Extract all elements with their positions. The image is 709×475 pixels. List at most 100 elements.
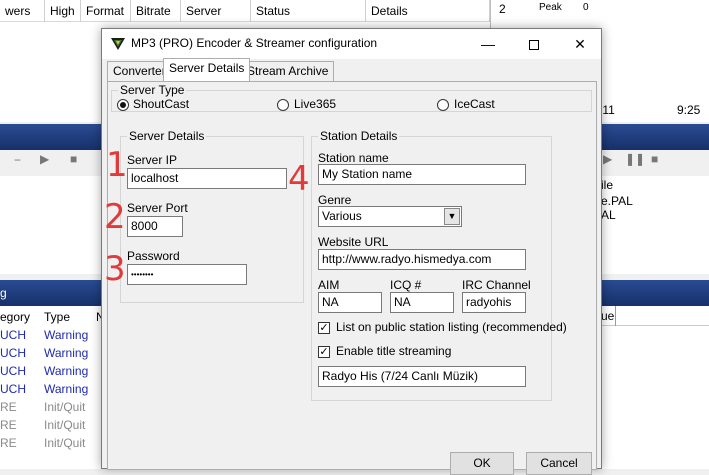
aim-label: AIM: [318, 278, 340, 292]
bg-pause-icon[interactable]: ❚❚: [625, 152, 645, 166]
station-name-input[interactable]: My Station name: [318, 164, 526, 185]
bg-col-header[interactable]: Status: [251, 0, 366, 22]
bg-file-item[interactable]: ile: [601, 178, 613, 192]
log-type: Init/Quit: [44, 418, 86, 432]
bg-file-list: [0, 176, 102, 274]
bg-col-header[interactable]: wers: [0, 0, 45, 22]
server-details-panel: Server Type ShoutCast Live365 IceCast Se…: [107, 81, 597, 470]
bg-stop-icon[interactable]: ■: [651, 152, 658, 166]
aim-input[interactable]: NA: [318, 292, 382, 313]
log-category: UCH: [0, 364, 26, 378]
log-type: Warning: [44, 364, 89, 378]
irc-input[interactable]: radyohis: [462, 292, 526, 313]
radio-live365-label[interactable]: Live365: [294, 97, 336, 111]
app-logo-icon: [111, 38, 125, 50]
config-dialog: MP3 (PRO) Encoder & Streamer configurati…: [101, 28, 602, 475]
log-category: RE: [0, 400, 17, 414]
bg-log-titlebar: g: [0, 280, 102, 306]
radio-live365[interactable]: [277, 99, 289, 111]
server-port-input[interactable]: 8000: [127, 216, 183, 237]
bg-toolbar: − ▶ ■: [0, 150, 102, 174]
log-type: Init/Quit: [44, 400, 86, 414]
bg-col-header[interactable]: Server: [181, 0, 251, 22]
bg-log-titlebar-right: [601, 280, 709, 306]
log-category: UCH: [0, 328, 26, 342]
radio-shoutcast[interactable]: [117, 99, 129, 111]
bg-toolbar-right: ▶ ❚❚ ■: [601, 150, 709, 174]
bg-peak-value: 0: [583, 2, 589, 13]
minimize-button[interactable]: —: [465, 29, 511, 59]
bg-minus-icon[interactable]: −: [14, 153, 21, 167]
icq-label: ICQ #: [390, 278, 422, 292]
close-icon: ✕: [574, 36, 586, 52]
bg-col-header[interactable]: High: [45, 0, 81, 22]
server-ip-label: Server IP: [127, 153, 178, 167]
log-col-category[interactable]: egory: [0, 308, 30, 326]
annotation-number: 3: [104, 249, 126, 289]
genre-label: Genre: [318, 193, 352, 207]
list-public-checkbox[interactable]: ✓: [318, 322, 330, 334]
password-input[interactable]: ••••••••: [127, 264, 247, 285]
maximize-icon: [529, 40, 539, 51]
title-streaming-label[interactable]: Enable title streaming: [336, 344, 451, 358]
dialog-titlebar[interactable]: MP3 (PRO) Encoder & Streamer configurati…: [102, 29, 601, 59]
log-type: Warning: [44, 328, 89, 342]
chevron-down-icon[interactable]: ▼: [444, 208, 460, 225]
bg-time-right: 9:25: [677, 103, 701, 117]
website-url-input[interactable]: http://www.radyo.hismedya.com: [318, 249, 526, 270]
bg-table-header: wers High Format Bitrate Server Status D…: [0, 0, 490, 22]
log-type: Init/Quit: [44, 436, 86, 450]
server-port-label: Server Port: [127, 201, 188, 215]
server-type-label: Server Type: [118, 83, 187, 97]
genre-value: Various: [322, 209, 362, 223]
bg-peak-label: Peak: [539, 2, 562, 13]
irc-label: IRC Channel: [462, 278, 531, 292]
radio-icecast[interactable]: [437, 99, 449, 111]
bg-col-value[interactable]: ue: [601, 309, 614, 323]
bg-log-list-right: ue: [601, 306, 709, 469]
bg-col-header[interactable]: Bitrate: [131, 0, 181, 22]
station-details-label: Station Details: [318, 129, 400, 143]
bg-file-item[interactable]: e.PAL: [601, 194, 633, 208]
bg-row-index: 2: [499, 2, 506, 16]
icq-input[interactable]: NA: [390, 292, 454, 313]
log-category: UCH: [0, 346, 26, 360]
log-category: RE: [0, 418, 17, 432]
maximize-button[interactable]: [511, 29, 557, 59]
log-category: RE: [0, 436, 17, 450]
cancel-button[interactable]: Cancel: [526, 452, 592, 475]
tab-stream-archive[interactable]: Stream Archive: [241, 61, 335, 81]
ok-button[interactable]: OK: [450, 452, 514, 475]
bg-panel-titlebar: [0, 124, 102, 150]
bg-col-header[interactable]: Details: [366, 0, 490, 22]
bg-log-title: g: [0, 286, 7, 300]
title-streaming-checkbox[interactable]: ✓: [318, 346, 330, 358]
bg-stop-icon[interactable]: ■: [70, 152, 77, 166]
tab-converter[interactable]: Converter: [107, 61, 172, 81]
genre-select[interactable]: Various ▼: [318, 206, 462, 227]
log-col-type[interactable]: Type: [44, 308, 70, 326]
log-category: UCH: [0, 382, 26, 396]
bg-file-item[interactable]: AL: [601, 208, 616, 222]
tab-server-details[interactable]: Server Details: [163, 58, 251, 81]
server-details-label: Server Details: [127, 129, 207, 143]
bg-file-list-right: ile e.PAL AL: [601, 176, 709, 274]
bg-play-icon[interactable]: ▶: [40, 152, 49, 166]
radio-shoutcast-label[interactable]: ShoutCast: [133, 97, 189, 111]
annotation-number: 1: [106, 145, 128, 185]
bg-col-header[interactable]: Format: [81, 0, 131, 22]
close-button[interactable]: ✕: [557, 29, 603, 59]
server-ip-input[interactable]: localhost: [127, 168, 287, 189]
station-name-label: Station name: [318, 151, 389, 165]
dialog-title: MP3 (PRO) Encoder & Streamer configurati…: [131, 36, 378, 50]
log-type: Warning: [44, 382, 89, 396]
bg-panel-titlebar: [601, 124, 709, 150]
bg-col-divider: [615, 306, 616, 326]
log-type: Warning: [44, 346, 89, 360]
radio-icecast-label[interactable]: IceCast: [454, 97, 495, 111]
bg-log-header-right: ue: [601, 306, 709, 326]
list-public-label[interactable]: List on public station listing (recommen…: [336, 320, 567, 334]
website-url-label: Website URL: [318, 235, 389, 249]
title-input[interactable]: Radyo His (7/24 Canlı Müzik): [318, 366, 526, 387]
bg-play-icon[interactable]: ▶: [603, 152, 612, 166]
